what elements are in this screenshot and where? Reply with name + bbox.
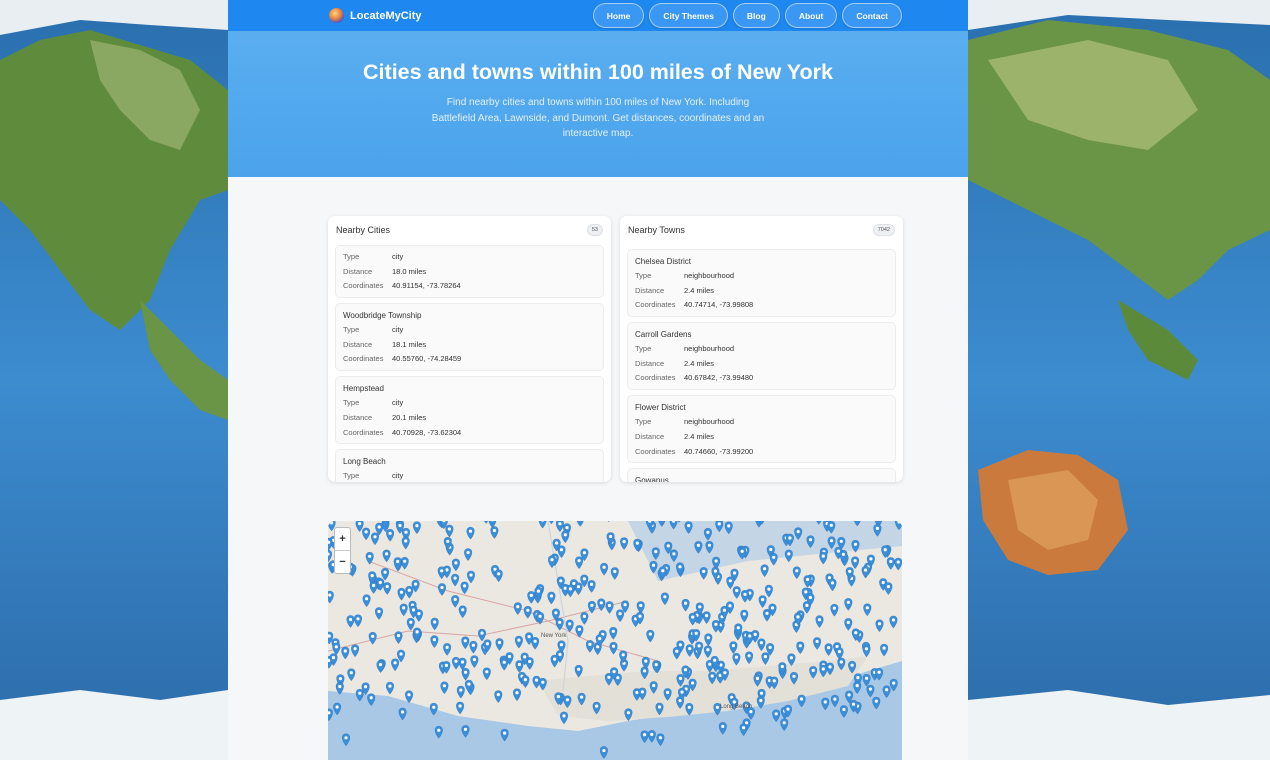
distance-label: Distance — [635, 431, 665, 441]
top-navbar: LocateMyCity Home City Themes Blog About… — [228, 0, 968, 31]
zoom-out-button[interactable]: − — [335, 550, 350, 572]
results-panels: Nearby Cities 53 Type city Distance 18.0 m… — [328, 216, 903, 482]
distance-label: Distance — [635, 358, 665, 368]
type-value: neighbourhood — [684, 271, 735, 280]
type-value: city — [392, 471, 404, 481]
nearby-towns-header: Nearby Towns 7042 — [620, 216, 903, 244]
type-label: Type — [635, 417, 652, 427]
type-label: Type — [343, 252, 360, 261]
distance-value: 20.1 miles — [392, 412, 427, 422]
list-item[interactable]: Hempstead Type city Distance 20.1 miles Co… — [335, 376, 604, 445]
type-value: neighbourhood — [684, 344, 735, 354]
zoom-in-button[interactable]: + — [335, 528, 350, 550]
nearby-towns-title: Nearby Towns — [628, 225, 685, 235]
list-item[interactable]: Long Beach Type city — [335, 449, 604, 482]
coordinates-label: Coordinates — [343, 354, 384, 364]
nav-links: Home City Themes Blog About Contact — [592, 3, 902, 28]
interactive-map[interactable]: New York Long Beach + − — [328, 521, 902, 760]
coordinates-value: 40.74660, -73.99200 — [684, 446, 754, 456]
coordinates-label: Coordinates — [635, 373, 676, 383]
towns-count-badge: 7042 — [872, 224, 895, 236]
distance-value: 18.0 miles — [392, 266, 427, 276]
page-title: Cities and towns within 100 miles of New… — [363, 60, 833, 84]
nav-home-button[interactable]: Home — [592, 3, 645, 28]
item-name: Long Beach — [343, 457, 386, 467]
map-canvas[interactable] — [328, 521, 902, 760]
type-label: Type — [635, 271, 652, 280]
distance-label: Distance — [343, 412, 373, 422]
brand-logo-icon — [329, 8, 344, 23]
nav-blog-button[interactable]: Blog — [732, 3, 780, 28]
item-name: Flower District — [635, 403, 686, 413]
item-name: Carroll Gardens — [635, 330, 692, 340]
distance-label: Distance — [343, 339, 373, 349]
brand-link[interactable]: LocateMyCity — [329, 8, 422, 23]
type-value: city — [392, 252, 404, 261]
distance-value: 2.4 miles — [684, 358, 715, 368]
item-name: Gowanus — [635, 476, 669, 482]
coordinates-value: 40.55760, -74.28459 — [392, 354, 462, 364]
type-value: neighbourhood — [684, 417, 735, 427]
coordinates-value: 40.70928, -73.62304 — [392, 427, 462, 437]
background-world-map-left — [0, 0, 228, 760]
coordinates-label: Coordinates — [635, 446, 676, 456]
type-label: Type — [343, 398, 360, 408]
nearby-cities-list[interactable]: Type city Distance 18.0 miles Coordinates 4… — [335, 245, 604, 482]
nav-about-button[interactable]: About — [784, 3, 838, 28]
background-world-map-right — [968, 0, 1270, 760]
page: LocateMyCity Home City Themes Blog About… — [228, 0, 968, 760]
type-label: Type — [343, 471, 360, 481]
list-item[interactable]: Gowanus — [627, 468, 896, 482]
item-name: Chelsea District — [635, 257, 692, 266]
map-place-label: New York — [541, 633, 567, 639]
item-name: Hempstead — [343, 384, 384, 394]
list-item[interactable]: Flower District Type neighbourhood Distan… — [627, 395, 896, 464]
nearby-cities-title: Nearby Cities — [336, 225, 391, 235]
map-zoom-control: + − — [334, 527, 351, 574]
coordinates-value: 40.91154, -73.78264 — [392, 281, 461, 291]
distance-value: 18.1 miles — [392, 339, 427, 349]
list-item[interactable]: Chelsea District Type neighbourhood Dista… — [627, 249, 896, 318]
nav-contact-button[interactable]: Contact — [842, 3, 902, 28]
distance-label: Distance — [343, 266, 373, 276]
type-value: city — [392, 325, 404, 335]
coordinates-label: Coordinates — [343, 281, 384, 291]
list-item[interactable]: Type city Distance 18.0 miles Coordinates 4… — [335, 245, 604, 299]
coordinates-label: Coordinates — [635, 300, 676, 310]
nearby-towns-panel: Nearby Towns 7042 Chelsea District Type n… — [620, 216, 903, 482]
distance-label: Distance — [635, 285, 665, 295]
cities-count-badge: 53 — [586, 224, 603, 236]
coordinates-value: 40.74714, -73.99808 — [684, 300, 754, 310]
nearby-towns-list[interactable]: Chelsea District Type neighbourhood Dista… — [627, 249, 896, 482]
brand-name: LocateMyCity — [350, 9, 422, 22]
item-name: Woodbridge Township — [343, 311, 422, 321]
distance-value: 2.4 miles — [684, 285, 715, 295]
nav-city-themes-button[interactable]: City Themes — [649, 3, 728, 28]
coordinates-label: Coordinates — [343, 427, 384, 437]
nearby-cities-header: Nearby Cities 53 — [328, 216, 611, 244]
page-description: Find nearby cities and towns within 100 … — [431, 97, 765, 139]
list-item[interactable]: Woodbridge Township Type city Distance 18.… — [335, 303, 604, 372]
type-label: Type — [343, 325, 360, 335]
nearby-cities-panel: Nearby Cities 53 Type city Distance 18.0 m… — [328, 216, 611, 482]
list-item[interactable]: Carroll Gardens Type neighbourhood Distan… — [627, 322, 896, 391]
map-place-label: Long Beach — [720, 704, 753, 710]
type-label: Type — [635, 344, 652, 354]
distance-value: 2.4 miles — [684, 431, 715, 441]
type-value: city — [392, 398, 404, 408]
coordinates-value: 40.67842, -73.99480 — [684, 373, 754, 383]
hero-section: Cities and towns within 100 miles of New… — [228, 31, 968, 177]
